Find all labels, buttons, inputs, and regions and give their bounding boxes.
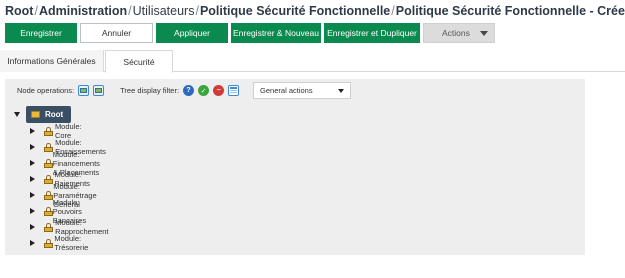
collapse-nodes-icon[interactable]	[93, 85, 105, 96]
tab-security[interactable]: Sécurité	[105, 50, 173, 73]
expand-nodes-icon[interactable]	[78, 85, 90, 96]
expand-arrow-icon[interactable]	[30, 128, 35, 134]
tab-general-info[interactable]: Informations Générales	[0, 50, 104, 72]
expand-arrow-icon[interactable]	[30, 240, 35, 246]
tree-node-core[interactable]: Module: Core	[30, 122, 85, 140]
allowed-filter-icon[interactable]: ✓	[198, 85, 210, 96]
caret-down-icon	[480, 30, 488, 36]
lock-icon	[44, 126, 53, 136]
denied-filter-icon[interactable]: −	[213, 85, 225, 96]
grid-view-icon[interactable]	[228, 85, 240, 96]
breadcrumb-utilisateurs[interactable]: Utilisateurs	[133, 4, 195, 18]
expand-arrow-icon[interactable]	[30, 176, 35, 182]
lock-icon	[44, 238, 53, 248]
caret-down-icon	[338, 88, 345, 93]
expand-arrow-icon[interactable]	[30, 160, 35, 166]
lock-icon	[44, 174, 53, 184]
tree-node-rapprochement[interactable]: Module: Rapprochement	[30, 218, 111, 236]
tree-root-row: Root	[14, 106, 71, 123]
expand-arrow-icon[interactable]	[30, 144, 35, 150]
save-and-new-button[interactable]: Enregistrer & Nouveau	[231, 23, 321, 43]
security-panel: Node operations: Tree display filter: ? …	[5, 79, 585, 255]
actions-dropdown[interactable]: Actions	[423, 23, 495, 43]
lock-icon	[44, 158, 53, 168]
save-button[interactable]: Enregistrer	[5, 23, 77, 43]
lock-icon	[44, 206, 53, 216]
tree-node-pouvoirs[interactable]: Module: Pouvoirs Bancaires	[30, 198, 91, 225]
general-actions-select[interactable]: General actions	[253, 82, 352, 99]
apply-button[interactable]: Appliquer	[156, 23, 228, 43]
tree-root-label: Root	[45, 110, 64, 119]
lock-icon	[44, 190, 53, 200]
tree-node-financements[interactable]: Module: Financements & Placements	[30, 150, 105, 177]
expand-arrow-icon[interactable]	[30, 208, 35, 214]
breadcrumb-administration[interactable]: Administration	[39, 4, 127, 18]
help-filter-icon[interactable]: ?	[183, 85, 195, 96]
breadcrumb-policy[interactable]: Politique Sécurité Fonctionnelle	[200, 4, 390, 18]
collapse-arrow-icon[interactable]	[14, 112, 20, 117]
save-and-duplicate-button[interactable]: Enregistrer et Dupliquer	[324, 23, 420, 43]
folder-icon	[31, 111, 40, 118]
breadcrumb-root[interactable]: Root	[5, 4, 33, 18]
tree-node-label: Module: Trésorerie	[54, 234, 89, 252]
general-actions-value: General actions	[260, 86, 313, 95]
breadcrumb: Root/Administration/Utilisateurs/Politiq…	[5, 4, 625, 18]
tree-root-node[interactable]: Root	[26, 106, 71, 123]
lock-icon	[44, 142, 53, 152]
expand-arrow-icon[interactable]	[30, 224, 35, 230]
actions-label: Actions	[442, 28, 470, 38]
action-toolbar: Enregistrer Annuler Appliquer Enregistre…	[5, 23, 495, 43]
cancel-button[interactable]: Annuler	[80, 23, 153, 43]
tree-node-tresorerie[interactable]: Module: Trésorerie	[30, 234, 92, 252]
node-operations-label: Node operations:	[17, 86, 75, 95]
lock-icon	[44, 222, 53, 232]
expand-arrow-icon[interactable]	[30, 192, 35, 198]
tab-bar: Informations Générales Sécurité	[0, 50, 625, 73]
tree-filter-label: Tree display filter:	[120, 86, 180, 95]
breadcrumb-current: Politique Sécurité Fonctionnelle - Créer	[395, 4, 625, 18]
operations-bar: Node operations: Tree display filter: ? …	[5, 79, 585, 102]
